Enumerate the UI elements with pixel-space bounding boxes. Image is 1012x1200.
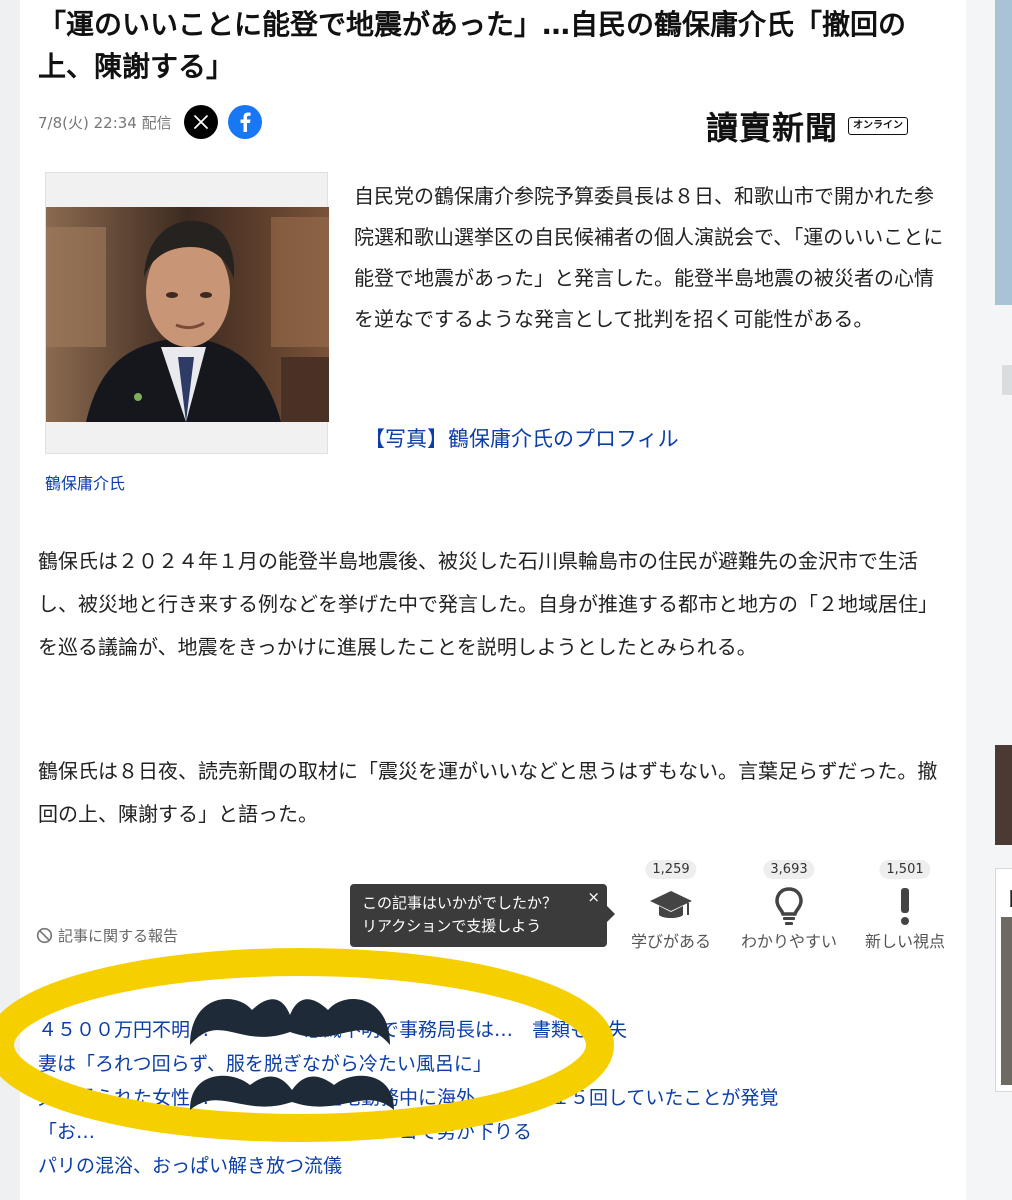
article-photo-frame[interactable] <box>45 172 329 454</box>
article-photo[interactable] <box>46 207 329 422</box>
reaction-label: 学びがある <box>630 932 711 951</box>
x-logo-icon <box>193 115 208 129</box>
lightbulb-icon <box>775 887 803 925</box>
portrait-image <box>46 207 329 422</box>
reaction-count: 1,259 <box>645 860 697 879</box>
report-article-link[interactable]: 記事に関する報告 <box>36 925 178 946</box>
publish-date: 7/8(火) 22:34 配信 <box>38 113 172 132</box>
sidebar-card-heading: ト <box>1004 883 1012 912</box>
related-articles-list: ４５００万円不明… 意識不明で事務局長は… 書類も焼失 妻は「ろれつ回らず、服を… <box>38 1013 958 1183</box>
article-paragraph: 鶴保氏は８日夜、読売新聞の取材に「震災を運がいいなどと思うはずもない。言葉足らず… <box>38 759 938 826</box>
reaction-label: 新しい視点 <box>864 932 945 951</box>
x-share-button[interactable] <box>183 105 218 139</box>
sidebar-ad-banner[interactable] <box>995 0 1012 305</box>
reaction-learning-button[interactable]: 1,259 学びがある <box>616 858 726 951</box>
reaction-label: わかりやすい <box>740 932 837 951</box>
publisher-logo[interactable]: 讀賣新聞 オンライン <box>706 103 909 149</box>
publisher-name: 讀賣新聞 <box>706 109 839 147</box>
reaction-new-perspective-button[interactable]: 1,501 新しい視点 <box>850 858 960 951</box>
photo-profile-link[interactable]: 【写真】鶴保庸介氏のプロフィル <box>364 423 679 453</box>
tooltip-arrow <box>607 906 615 922</box>
related-article-link[interactable]: 妻は「ろれつ回らず、服を脱ぎながら冷たい風呂に」 <box>38 1047 958 1081</box>
facebook-logo-icon <box>240 112 251 132</box>
sidebar-card-image <box>1001 917 1012 1085</box>
tooltip-close-icon[interactable]: × <box>587 886 600 909</box>
reaction-count: 3,693 <box>763 860 815 879</box>
reaction-clarity-button[interactable]: 3,693 わかりやすい <box>734 858 844 951</box>
related-article-link[interactable]: 「お… …からハシゴで男が下りる <box>38 1115 958 1149</box>
prohibited-icon <box>36 927 53 944</box>
sidebar-thumbnail[interactable] <box>995 745 1012 845</box>
article-lede: 自民党の鶴保庸介参院予算委員長は８日、和歌山市で開かれた参院選和歌山選挙区の自民… <box>354 184 944 331</box>
reaction-count: 1,501 <box>879 860 931 879</box>
sidebar-element <box>1002 365 1012 395</box>
related-article-link[interactable]: 夫に殴られた女性… や在宅勤務中に海外… 旅行１５回していたことが発覚 <box>38 1081 958 1115</box>
sidebar-card[interactable]: ト <box>995 868 1012 1092</box>
facebook-share-button[interactable] <box>227 105 262 139</box>
exclamation-icon <box>901 888 909 925</box>
related-article-link[interactable]: ４５００万円不明… 意識不明で事務局長は… 書類も焼失 <box>38 1013 958 1047</box>
report-article-label: 記事に関する報告 <box>58 927 179 945</box>
tooltip-line-1: この記事はいかがでしたか？ <box>362 894 558 912</box>
photo-caption[interactable]: 鶴保庸介氏 <box>45 470 125 494</box>
article-headline: 「運のいいことに能登で地震があった」…自民の鶴保庸介氏「撤回の上、陳謝する」 <box>38 8 907 83</box>
reaction-prompt-tooltip: この記事はいかがでしたか？ リアクションで支援しよう × <box>350 884 615 947</box>
publisher-badge: オンライン <box>848 117 909 135</box>
left-page-margin <box>0 0 20 1200</box>
related-article-link[interactable]: パリの混浴、おっぱい解き放つ流儀 <box>38 1149 958 1183</box>
graduation-cap-icon <box>650 891 692 918</box>
tooltip-line-2: リアクションで支援しよう <box>362 917 542 935</box>
article-paragraph: 鶴保氏は２０２４年１月の能登半島地震後、被災した石川県輪島市の住民が避難先の金沢… <box>38 549 938 659</box>
article-meta: 7/8(火) 22:34 配信 <box>38 104 272 140</box>
